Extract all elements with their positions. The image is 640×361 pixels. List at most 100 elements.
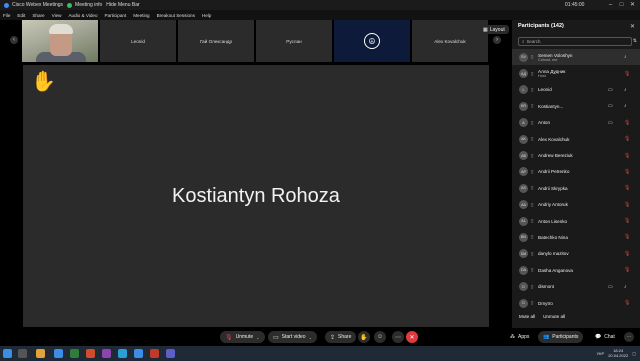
menu-participant[interactable]: Participant <box>105 13 127 18</box>
avatar: AK <box>519 134 528 144</box>
browser-icon[interactable] <box>54 349 63 358</box>
chevron-right-icon[interactable]: › <box>493 36 501 44</box>
minimize-icon[interactable]: – <box>605 1 616 9</box>
menu-edit[interactable]: Edit <box>17 13 25 18</box>
more-icon[interactable]: ⋯ <box>624 332 634 342</box>
start-video-button[interactable]: ▭ Start video ⌄ <box>268 331 317 343</box>
participant-row[interactable]: KR ▯ Kostiantyn... ▭ ♪ <box>512 98 640 114</box>
people-icon: 👥 <box>543 334 550 340</box>
avatar: AB <box>519 151 528 161</box>
logo-icon: ☮ <box>364 33 380 49</box>
video-tile[interactable]: Alex Kovalchuk <box>412 20 488 62</box>
microphone-muted-icon[interactable]: 🎙 <box>624 71 630 77</box>
system-clock[interactable]: 18:24 20.04.2022 <box>608 348 628 358</box>
microphone-muted-icon[interactable]: 🎙 <box>624 120 630 126</box>
participant-row[interactable]: A ▯ Anton ▭ 🎙 <box>512 115 640 131</box>
video-tile[interactable]: Leonid <box>100 20 176 62</box>
chevron-down-icon[interactable]: ⌄ <box>309 335 312 340</box>
participant-row[interactable]: AB ▯ Andrew Bereziuk 🎙 <box>512 147 640 163</box>
avatar: АД <box>519 69 528 79</box>
menu-file[interactable]: File <box>3 13 10 18</box>
language-indicator[interactable]: УКР <box>597 351 605 356</box>
microphone-muted-icon[interactable]: 🎙 <box>624 153 630 159</box>
teams-icon[interactable] <box>166 349 175 358</box>
close-icon[interactable]: ✕ <box>627 1 638 9</box>
microphone-icon[interactable]: ♪ <box>624 87 627 93</box>
sort-icon[interactable]: ⇅ <box>633 38 637 44</box>
raise-hand-button[interactable]: ✋ <box>358 331 370 343</box>
video-tile[interactable]: Руслан <box>256 20 332 62</box>
chrome-icon[interactable] <box>86 349 95 358</box>
telegram-icon[interactable] <box>134 349 143 358</box>
menu-share[interactable]: Share <box>32 13 44 18</box>
menu-breakout-sessions[interactable]: Breakout Sessions <box>157 13 195 18</box>
menu-audio-video[interactable]: Audio & Video <box>68 13 97 18</box>
chat-button[interactable]: 💬 Chat <box>590 331 620 343</box>
video-tile[interactable]: Гай Олександр <box>178 20 254 62</box>
start-icon[interactable] <box>3 349 12 358</box>
participant-role: Cohost, me <box>538 57 558 62</box>
search-icon[interactable] <box>18 349 27 358</box>
reactions-button[interactable]: ☺ <box>374 331 386 343</box>
info-icon <box>67 2 73 8</box>
apps-button[interactable]: ⁂ Apps <box>505 331 534 343</box>
folder-icon[interactable] <box>36 349 45 358</box>
app-icon[interactable] <box>150 349 159 358</box>
participant-row[interactable]: AS ▯ Andrii Skrypka 🎙 <box>512 180 640 196</box>
layout-icon: ▦ <box>483 26 488 33</box>
participant-row[interactable]: AL ▯ Anton Lisenko 🎙 <box>512 213 640 229</box>
participant-row[interactable]: L ▯ Leonid ▭ ♪ <box>512 82 640 98</box>
menu-help[interactable]: Help <box>202 13 211 18</box>
menu-view[interactable]: View <box>52 13 62 18</box>
share-button[interactable]: ⇪ Share <box>325 331 357 343</box>
microphone-muted-icon[interactable]: 🎙 <box>624 218 630 224</box>
webex-icon[interactable] <box>118 349 127 358</box>
microphone-icon[interactable]: ♪ <box>624 54 627 60</box>
microphone-icon[interactable]: ♪ <box>624 103 627 109</box>
layout-button[interactable]: ▦ Layout <box>479 25 509 34</box>
unmute-button[interactable]: 🎙 Unmute ⌄ <box>220 331 265 343</box>
microphone-muted-icon[interactable]: 🎙 <box>624 185 630 191</box>
notification-icon[interactable]: ▢ <box>632 351 636 356</box>
menu-meeting[interactable]: Meeting <box>133 13 149 18</box>
chevron-left-icon[interactable]: ‹ <box>10 36 18 44</box>
device-icon: ▯ <box>531 234 534 240</box>
microphone-muted-icon[interactable]: 🎙 <box>624 300 630 306</box>
excel-icon[interactable] <box>70 349 79 358</box>
microphone-icon[interactable]: ♪ <box>624 284 627 290</box>
participant-row[interactable]: AA ▯ Andriy Antoruk 🎙 <box>512 197 640 213</box>
viber-icon[interactable] <box>102 349 111 358</box>
video-tile[interactable]: ☮ <box>334 20 410 62</box>
maximize-icon[interactable]: □ <box>616 1 627 9</box>
microphone-muted-icon[interactable]: 🎙 <box>624 136 630 142</box>
chevron-down-icon[interactable]: ⌄ <box>256 335 259 340</box>
close-icon[interactable]: ✕ <box>630 23 635 30</box>
mute-all-button[interactable]: Mute all <box>519 314 535 319</box>
chat-icon: 💬 <box>595 334 602 340</box>
meeting-info-button[interactable]: Meeting info <box>67 2 102 8</box>
microphone-muted-icon[interactable]: 🎙 <box>624 169 630 175</box>
video-tile[interactable] <box>22 20 98 62</box>
participant-row[interactable]: D ▯ Dmytro 🎙 <box>512 295 640 311</box>
participant-row[interactable]: D ▯ dismont ▭ ♪ <box>512 278 640 294</box>
microphone-muted-icon[interactable]: 🎙 <box>624 267 630 273</box>
participant-row[interactable]: BN ▯ Batechko Nina 🎙 <box>512 229 640 245</box>
participant-row[interactable]: AP ▯ Andrii Petrenko 🎙 <box>512 164 640 180</box>
device-icon: ▯ <box>531 185 534 191</box>
participant-row[interactable]: DA ▯ Dasha Anganova 🎙 <box>512 262 640 278</box>
microphone-muted-icon[interactable]: 🎙 <box>624 251 630 257</box>
unmute-all-button[interactable]: Unmute all <box>543 314 565 319</box>
participant-row[interactable]: АД ▯ Алла Дудник Host 🎙 <box>512 65 640 81</box>
participant-row[interactable]: AK ▯ Alex Kovalchuk 🎙 <box>512 131 640 147</box>
search-input[interactable]: ⌕ Search <box>518 37 632 46</box>
hide-menu-bar-button[interactable]: Hide Menu Bar <box>106 2 139 8</box>
microphone-muted-icon[interactable]: 🎙 <box>624 234 630 240</box>
participant-row[interactable]: SV ▯ Semen Voloshyn Cohost, me ♪ <box>512 49 640 66</box>
participant-name: Anton Lisenko <box>538 218 568 224</box>
leave-meeting-button[interactable]: ✕ <box>406 331 418 343</box>
device-icon: ▯ <box>531 54 534 60</box>
microphone-muted-icon[interactable]: 🎙 <box>624 202 630 208</box>
more-options-button[interactable]: ⋯ <box>392 331 404 343</box>
participants-button[interactable]: 👥 Participants <box>538 331 584 343</box>
participant-row[interactable]: DM ▯ danylo mazitov 🎙 <box>512 246 640 262</box>
